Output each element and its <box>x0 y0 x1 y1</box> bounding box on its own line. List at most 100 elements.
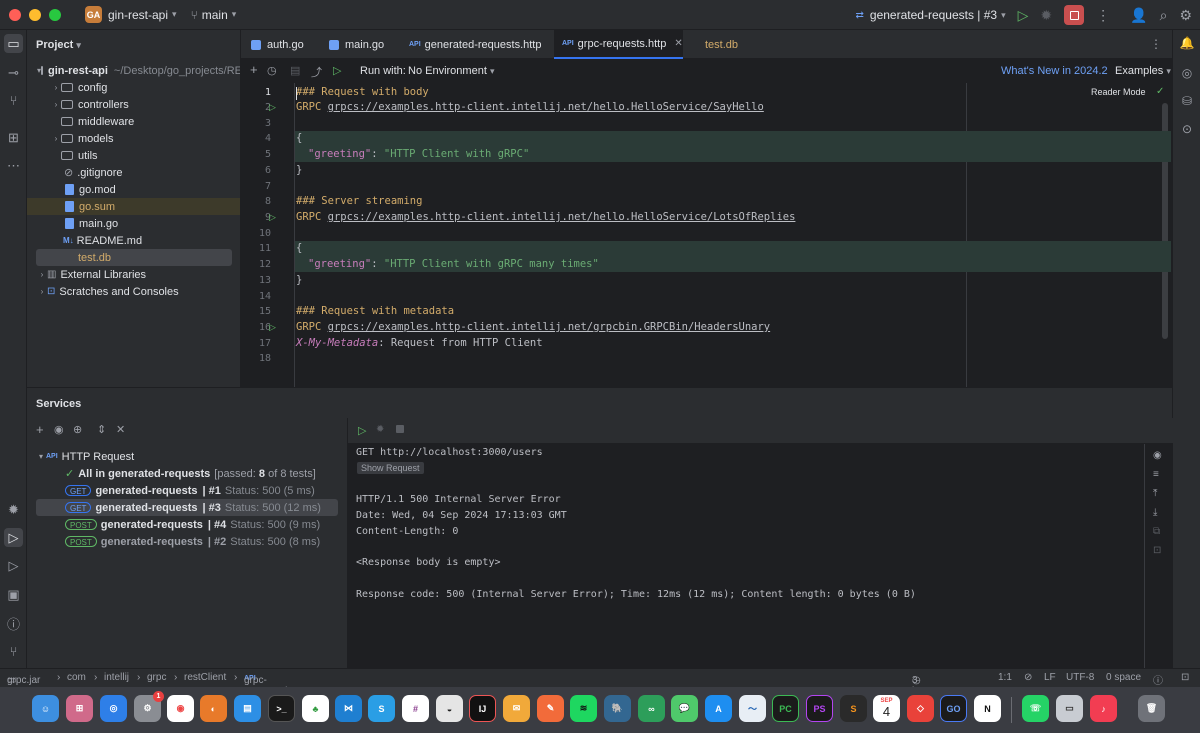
endpoints-icon[interactable]: ⊙ <box>1178 120 1196 138</box>
postgres-icon[interactable]: 🐘 <box>604 695 631 722</box>
history-icon[interactable]: ◷ <box>267 64 277 77</box>
notifications-icon[interactable]: 🔔 <box>1178 34 1196 52</box>
trash-icon[interactable]: 🗑 <box>1138 695 1165 722</box>
response-viewer[interactable]: ▷ ✹ GET http://localhost:3000/users Show… <box>347 418 1173 669</box>
view-icon[interactable]: ◉ <box>1153 450 1162 461</box>
ai-assistant-icon[interactable]: ◎ <box>1178 64 1196 82</box>
debug-icon[interactable]: ✹ <box>376 424 384 435</box>
lock-icon[interactable]: ⊡ <box>1181 672 1189 683</box>
tree-item-test-db[interactable]: test.db <box>36 249 232 266</box>
firefox-icon[interactable]: ◐ <box>200 695 227 722</box>
pull-requests-icon[interactable]: ⑂ <box>4 91 23 110</box>
preview-icon[interactable]: ▭ <box>1056 695 1083 722</box>
more-tools-icon[interactable]: ⋯ <box>4 156 23 175</box>
collapse-all-icon[interactable]: ✕ <box>116 423 125 436</box>
run-request-icon[interactable]: ▷ <box>269 102 276 113</box>
tab-main-go[interactable]: main.go <box>329 30 407 59</box>
phpstorm-icon[interactable]: PS <box>806 695 833 722</box>
mongodb-icon[interactable]: ♣ <box>302 695 329 722</box>
add-request-icon[interactable]: + <box>250 62 258 77</box>
scroll-top-icon[interactable]: ⤒ <box>1153 488 1157 499</box>
tree-item-external-libraries[interactable]: › ▥ External Libraries <box>27 266 240 283</box>
calendar-icon[interactable]: SEP 4 <box>873 695 900 722</box>
convert-icon[interactable]: ▤ <box>290 64 300 77</box>
docker-icon[interactable]: ▤ <box>234 695 261 722</box>
add-service-icon[interactable]: + <box>36 422 44 437</box>
postman-icon[interactable]: ✉ <box>503 695 530 722</box>
minimize-window-button[interactable] <box>29 8 41 21</box>
tab-test-db[interactable]: test.db <box>691 30 751 59</box>
safari-icon[interactable]: ◎ <box>100 695 127 722</box>
structure-icon[interactable]: ⊞ <box>4 128 23 147</box>
goland-alt-icon[interactable]: ∞ <box>638 695 665 722</box>
request-row[interactable]: POST generated-requests | #2 Status: 500… <box>27 533 346 550</box>
terminal-app-icon[interactable]: >_ <box>268 695 295 722</box>
stop-icon[interactable] <box>396 425 404 433</box>
project-name[interactable]: gin-rest-api <box>108 8 168 22</box>
caret-position[interactable]: 1:1 <box>998 672 1012 683</box>
breadcrumb-item[interactable]: grpc <box>147 672 166 683</box>
sublime-icon[interactable]: S <box>840 695 867 722</box>
project-folder-icon[interactable]: ▭ <box>4 34 23 53</box>
run-icon[interactable]: ▷ <box>1018 7 1029 24</box>
debug-icon[interactable]: ✹ <box>1040 7 1052 24</box>
tree-item-models[interactable]: › models <box>27 130 240 147</box>
close-tab-icon[interactable]: ✕ <box>674 38 682 49</box>
tree-item-go-mod[interactable]: go.mod <box>27 181 240 198</box>
indent-setting[interactable]: 0 space <box>1106 672 1141 683</box>
launchpad-icon[interactable]: ⊞ <box>66 695 93 722</box>
run-request-icon[interactable]: ▷ <box>269 322 276 333</box>
tab-generated-requests[interactable]: API generated-requests.http <box>409 30 551 59</box>
open-in-editor-icon[interactable]: ⊡ <box>1153 545 1161 556</box>
request-row[interactable]: POST generated-requests | #4 Status: 500… <box>27 516 346 533</box>
stop-button[interactable] <box>1064 5 1085 25</box>
database-icon[interactable]: ⛁ <box>1178 92 1196 110</box>
request-row[interactable]: GET generated-requests | #1 Status: 500 … <box>27 482 346 499</box>
commit-icon[interactable]: ⊸ <box>4 63 23 82</box>
github-icon[interactable]: ◒ <box>436 695 463 722</box>
intellij-icon[interactable]: IJ <box>469 695 496 722</box>
breadcrumb-item[interactable]: intellij <box>104 672 129 683</box>
tree-item-config[interactable]: › config <box>27 79 240 96</box>
whats-new-link[interactable]: What's New in 2024.2 <box>1001 65 1108 77</box>
swift-icon[interactable]: ✎ <box>537 695 564 722</box>
vscode-icon[interactable]: ⋈ <box>335 695 362 722</box>
messages-icon[interactable]: 💬 <box>671 695 698 722</box>
run-all-icon[interactable]: ▷ <box>333 64 341 77</box>
import-icon[interactable]: ⤴ <box>311 64 322 80</box>
add-user-icon[interactable]: 👤 <box>1130 7 1147 24</box>
code-editor[interactable]: Reader Mode ✓ 1 2 3 4 5 6 7 8 9 10 11 12… <box>241 83 1172 387</box>
tree-item-utils[interactable]: utils <box>27 147 240 164</box>
new-tab-icon[interactable]: ⊕ <box>73 423 82 436</box>
breadcrumb-item[interactable]: com <box>67 672 86 683</box>
terminal-icon[interactable]: ▣ <box>4 585 23 604</box>
view-options-icon[interactable]: ◉ <box>54 423 64 436</box>
http-request-node[interactable]: ▾ API HTTP Request <box>27 448 346 465</box>
settings-gear-icon[interactable]: ⚙ <box>1179 7 1192 24</box>
tree-item-controllers[interactable]: › controllers <box>27 96 240 113</box>
request-row-selected[interactable]: GET generated-requests | #3 Status: 500 … <box>36 499 338 516</box>
services-icon[interactable]: ▷ <box>4 528 23 547</box>
tree-item-main-go[interactable]: main.go <box>27 215 240 232</box>
examples-dropdown[interactable]: Examples ▾ <box>1115 65 1171 77</box>
more-icon[interactable]: ⋮ <box>1096 7 1110 24</box>
skype-icon[interactable]: S <box>368 695 395 722</box>
search-icon[interactable]: ⌕ <box>1160 7 1168 24</box>
project-panel-title[interactable]: Project ▾ <box>36 39 81 51</box>
slack-icon[interactable]: # <box>402 695 429 722</box>
activity-monitor-icon[interactable]: 〜 <box>739 695 766 722</box>
debug-tool-icon[interactable]: ✹ <box>4 500 23 519</box>
notion-icon[interactable]: N <box>974 695 1001 722</box>
music-icon[interactable]: ♪ <box>1090 695 1117 722</box>
run-config-selector[interactable]: generated-requests | #3 <box>870 8 997 22</box>
readonly-toggle-icon[interactable]: ⊘ <box>1024 672 1032 683</box>
finder-icon[interactable]: ☺ <box>32 695 59 722</box>
close-window-button[interactable] <box>9 8 21 21</box>
inspection-icon[interactable]: ⓘ <box>1153 672 1163 687</box>
chrome-icon[interactable]: ◉ <box>167 695 194 722</box>
file-encoding[interactable]: UTF-8 <box>1066 672 1094 683</box>
tree-item-go-sum[interactable]: go.sum <box>27 198 240 215</box>
run-tool-icon[interactable]: ▷ <box>4 556 23 575</box>
expand-all-icon[interactable]: ⇕ <box>97 423 106 436</box>
branch-name[interactable]: main <box>202 8 228 22</box>
